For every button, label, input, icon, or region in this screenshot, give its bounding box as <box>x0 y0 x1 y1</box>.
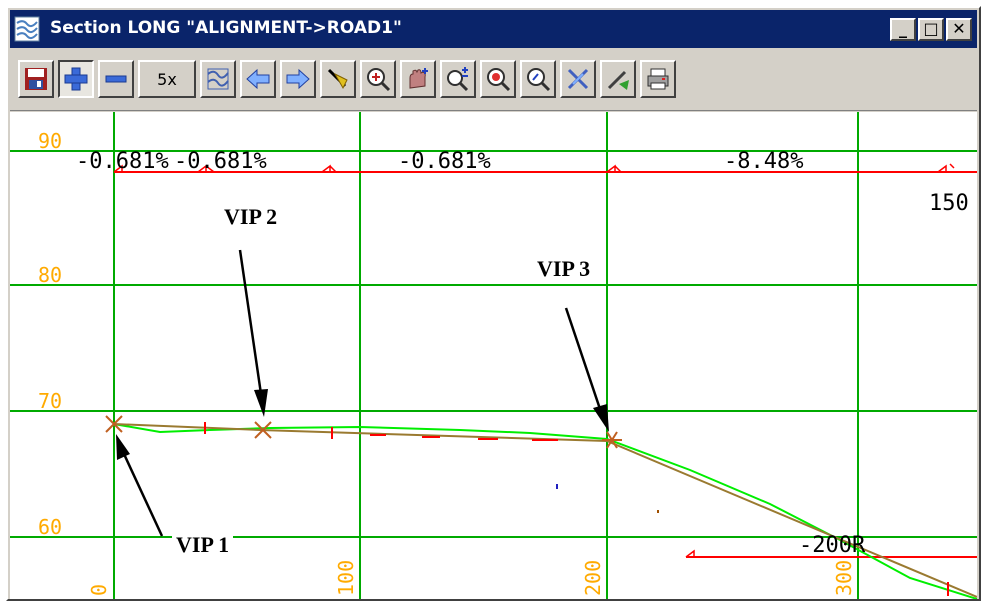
cross-button[interactable] <box>560 60 596 98</box>
zoom-out-button[interactable] <box>520 60 556 98</box>
arrow-right-icon <box>286 68 310 90</box>
section-plot[interactable]: 90 80 70 60 0 100 200 300 -0.681% -0.681… <box>10 112 977 599</box>
zoom-factor-label: 5x <box>157 69 177 89</box>
print-button[interactable] <box>640 60 676 98</box>
zoom-target-button[interactable] <box>480 60 516 98</box>
speck-brown <box>657 510 659 513</box>
y-tick-label-70: 70 <box>38 389 62 413</box>
previous-button[interactable] <box>240 60 276 98</box>
x-tick-label-0: 0 <box>87 584 111 596</box>
zoom-in-button[interactable] <box>360 60 396 98</box>
grade-label-3: -0.681% <box>398 149 491 174</box>
minimize-button[interactable]: _ <box>890 18 916 41</box>
y-tick-label-60: 60 <box>38 515 62 539</box>
toolbar: 5x <box>10 50 977 111</box>
vertical-curve-label: -200R <box>799 533 866 558</box>
profile-icon <box>207 68 229 90</box>
minus-icon <box>105 75 127 83</box>
zoom-factor-button[interactable]: 5x <box>138 60 196 98</box>
zoom-plus-minus-icon <box>447 67 469 92</box>
pick-button[interactable] <box>320 60 356 98</box>
zoom-in-icon <box>367 68 391 92</box>
draw-icon <box>607 70 629 90</box>
plus-icon <box>64 67 88 91</box>
section-view-icon <box>14 16 40 42</box>
close-button[interactable]: ✕ <box>946 18 972 41</box>
grade-label-2: -0.681% <box>174 149 267 174</box>
speck-blue <box>556 484 558 489</box>
zoom-target-icon <box>487 68 511 92</box>
next-button[interactable] <box>280 60 316 98</box>
annotation-vip-1: VIP 1 <box>172 530 234 560</box>
window-title: Section LONG "ALIGNMENT->ROAD1" <box>50 18 402 38</box>
x-tick-label-100: 100 <box>334 560 358 596</box>
x-tick-label-200: 200 <box>581 560 605 596</box>
draw-button[interactable] <box>600 60 636 98</box>
plus-button[interactable] <box>58 60 94 98</box>
section-window: Section LONG "ALIGNMENT->ROAD1" _ □ ✕ 5x <box>6 6 981 601</box>
annotation-arrows <box>116 249 609 537</box>
maximize-button[interactable]: □ <box>918 18 944 41</box>
x-tick-label-300: 300 <box>832 560 856 596</box>
cross-icon <box>567 68 589 90</box>
y-tick-label-90: 90 <box>38 129 62 153</box>
save-icon <box>25 68 47 90</box>
grade-label-4: -8.48% <box>724 149 803 174</box>
grade-label-1: -0.681% <box>76 149 169 174</box>
title-bar[interactable]: Section LONG "ALIGNMENT->ROAD1" _ □ ✕ <box>10 10 977 48</box>
annotation-vip-3: VIP 3 <box>529 254 599 284</box>
pan-icon <box>409 68 428 89</box>
save-button[interactable] <box>18 60 54 98</box>
profile-button[interactable] <box>200 60 236 98</box>
arrow-left-icon <box>246 68 270 90</box>
y-tick-label-80: 80 <box>38 263 62 287</box>
pick-icon <box>327 68 348 90</box>
chainage-label: 150 <box>929 191 969 216</box>
annotation-vip-2: VIP 2 <box>224 204 278 230</box>
minus-button[interactable] <box>98 60 134 98</box>
pan-button[interactable] <box>400 60 436 98</box>
zoom-out-icon <box>527 68 551 92</box>
section-canvas[interactable]: 90 80 70 60 0 100 200 300 -0.681% -0.681… <box>10 112 977 599</box>
zoom-plus-minus-button[interactable] <box>440 60 476 98</box>
print-icon <box>647 68 669 90</box>
